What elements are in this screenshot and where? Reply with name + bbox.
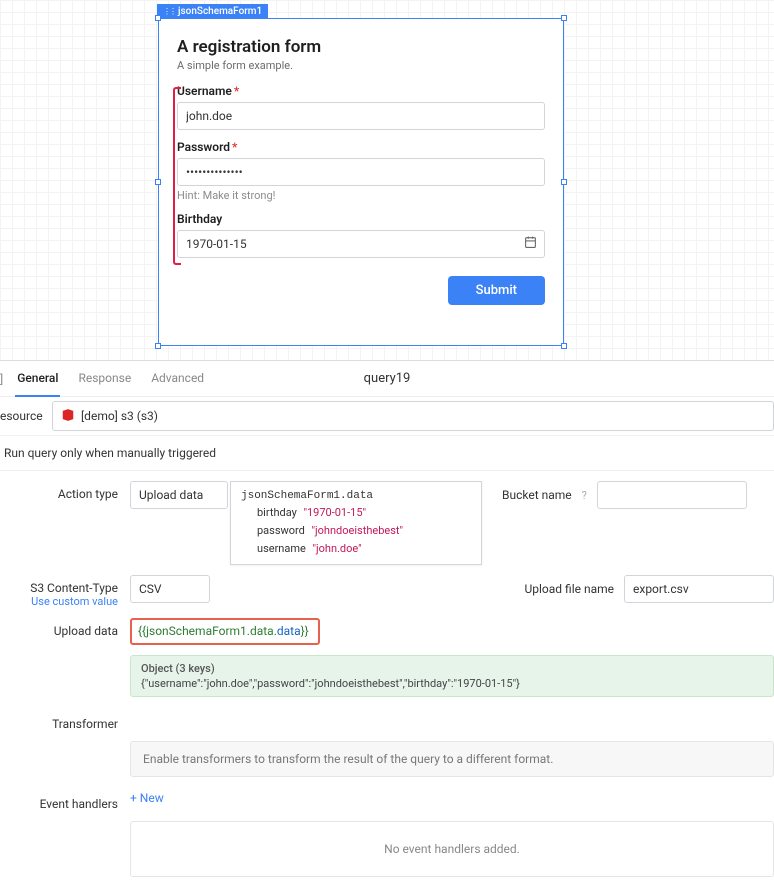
s3-icon [61, 408, 75, 425]
username-input[interactable] [177, 102, 545, 130]
event-handlers-empty: No event handlers added. [130, 821, 774, 877]
upload-file-name-label: Upload file name [524, 582, 614, 596]
action-type-select[interactable] [130, 481, 228, 509]
panel-left-bracket: ] [0, 372, 3, 386]
autocomplete-item[interactable]: birthday "1970-01-15" [231, 504, 481, 522]
resize-handle-bottom-left[interactable] [155, 343, 161, 349]
submit-button[interactable]: Submit [448, 276, 545, 305]
panel-tabs: General Response Advanced [11, 361, 206, 396]
resize-handle-mid-left[interactable] [155, 179, 161, 185]
tab-response[interactable]: Response [76, 361, 133, 396]
use-custom-value-link[interactable]: Use custom value [0, 595, 118, 608]
resize-handle-top-left[interactable] [155, 15, 161, 21]
autocomplete-header: jsonSchemaForm1.data [231, 488, 481, 504]
upload-file-name-input[interactable] [624, 575, 774, 603]
query-editor-panel: ] General Response Advanced query19 esou… [0, 360, 774, 884]
form-description: A simple form example. [177, 59, 545, 72]
autocomplete-item[interactable]: password "johndoeisthebest" [231, 522, 481, 540]
resize-handle-top-right[interactable] [561, 15, 567, 21]
transformer-placeholder[interactable]: Enable transformers to transform the res… [130, 741, 774, 777]
birthday-label: Birthday [177, 212, 545, 226]
component-tag-label: jsonSchemaForm1 [178, 6, 262, 17]
object-preview: Object (3 keys) {"username":"john.doe","… [130, 655, 774, 697]
autocomplete-item[interactable]: username "john.doe" [231, 540, 481, 558]
help-icon[interactable]: ? [582, 489, 587, 502]
event-handlers-label: Event handlers [0, 791, 130, 811]
json-schema-form-card[interactable]: A registration form A simple form exampl… [158, 18, 564, 346]
upload-data-input[interactable]: {{jsonSchemaForm1.data.data}} [130, 618, 320, 645]
tab-general[interactable]: General [15, 361, 60, 397]
username-label: Username* [177, 84, 545, 98]
transformer-label: Transformer [0, 711, 130, 731]
object-preview-head: Object (3 keys) [141, 662, 763, 675]
bucket-name-label: Bucket name [502, 488, 572, 502]
password-input[interactable] [177, 158, 545, 186]
resize-handle-mid-right[interactable] [561, 179, 567, 185]
upload-data-label: Upload data [0, 618, 130, 638]
password-hint: Hint: Make it strong! [177, 189, 545, 202]
content-type-label: S3 Content-Type Use custom value [0, 575, 130, 608]
birthday-input[interactable] [177, 230, 545, 258]
password-label: Password* [177, 140, 545, 154]
content-type-select[interactable] [130, 575, 210, 603]
bucket-name-input[interactable] [597, 481, 747, 509]
tab-advanced[interactable]: Advanced [149, 361, 206, 396]
object-preview-body: {"username":"john.doe","password":"johnd… [141, 677, 763, 690]
calendar-icon[interactable] [524, 236, 537, 253]
canvas-background[interactable]: jsonSchemaForm1 A registration form A si… [0, 0, 774, 360]
action-type-label: Action type [0, 481, 130, 501]
query-name[interactable]: query19 [364, 371, 411, 386]
component-selection-tag[interactable]: jsonSchemaForm1 [157, 4, 268, 19]
form-title: A registration form [177, 37, 545, 57]
resource-label: esource [0, 409, 48, 423]
resource-value: [demo] s3 (s3) [81, 409, 158, 423]
add-handler-button[interactable]: + New [130, 791, 164, 805]
autocomplete-popup: jsonSchemaForm1.data birthday "1970-01-1… [230, 481, 482, 565]
resource-select[interactable]: [demo] s3 (s3) [52, 401, 774, 431]
trigger-mode-text[interactable]: Run query only when manually triggered [0, 436, 774, 471]
resize-handle-bottom-right[interactable] [561, 343, 567, 349]
